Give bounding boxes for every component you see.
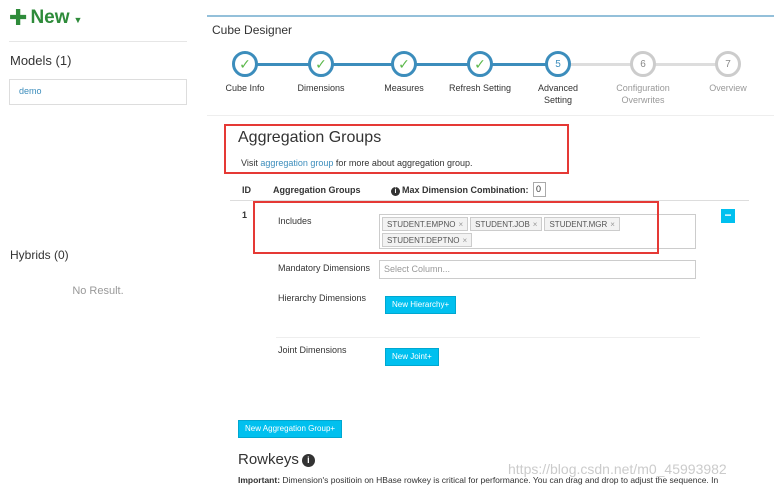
highlight-box-includes xyxy=(253,201,659,254)
models-title: Models (1) xyxy=(10,53,72,68)
max-dimension-text: Max Dimension Combination: xyxy=(402,185,529,195)
step-label: Dimensions xyxy=(297,83,345,93)
step-measures[interactable]: ✓ Measures xyxy=(369,51,439,94)
col-aggregation-groups: Aggregation Groups xyxy=(273,185,361,195)
max-dimension-label: i Max Dimension Combination: xyxy=(391,185,529,196)
no-result-text: No Result. xyxy=(72,285,124,297)
sidebar-divider xyxy=(9,41,187,42)
remove-group-button[interactable]: − xyxy=(721,209,735,223)
check-icon: ✓ xyxy=(474,56,486,72)
caret-down-icon: ▼ xyxy=(73,15,83,25)
step-refresh-setting[interactable]: ✓ Refresh Setting xyxy=(445,51,515,94)
hierarchy-dimensions-label: Hierarchy Dimensions xyxy=(278,293,367,303)
new-button[interactable]: ✚ New ▼ xyxy=(9,7,82,29)
step-circle: 6 xyxy=(630,51,656,77)
step-cube-info[interactable]: ✓ Cube Info xyxy=(210,51,280,94)
step-label: Cube Info xyxy=(225,83,265,93)
watermark: https://blog.csdn.net/m0_45993982 xyxy=(508,461,727,477)
rowkeys-title-text: Rowkeys xyxy=(238,451,299,468)
info-icon: i xyxy=(301,454,315,467)
step-overview[interactable]: 7 Overview xyxy=(693,51,763,94)
model-item-demo[interactable]: demo xyxy=(9,79,187,105)
step-label: Advanced Setting xyxy=(537,83,579,105)
max-dimension-input[interactable]: 0 xyxy=(533,182,546,197)
col-id: ID xyxy=(242,185,251,195)
rowkeys-title: Rowkeys i xyxy=(238,451,315,468)
mandatory-dimensions-input[interactable]: Select Column... xyxy=(379,260,696,279)
step-label: Measures xyxy=(384,83,424,93)
step-circle: ✓ xyxy=(467,51,493,77)
highlight-box-header xyxy=(224,124,569,174)
check-icon: ✓ xyxy=(398,56,410,72)
page-title: Cube Designer xyxy=(212,23,293,37)
stepper-divider xyxy=(207,115,774,116)
joint-dimensions-label: Joint Dimensions xyxy=(278,345,347,355)
step-circle: ✓ xyxy=(232,51,258,77)
step-label: Configuration Overwrites xyxy=(616,83,670,105)
info-icon: i xyxy=(391,187,400,196)
step-label: Overview xyxy=(709,83,747,93)
step-label: Refresh Setting xyxy=(448,83,512,93)
row-divider xyxy=(276,337,700,338)
important-label: Important: xyxy=(238,475,281,485)
step-circle: ✓ xyxy=(391,51,417,77)
check-icon: ✓ xyxy=(239,56,251,72)
hybrids-title: Hybrids (0) xyxy=(10,248,69,262)
check-icon: ✓ xyxy=(315,56,327,72)
plus-icon: ✚ xyxy=(9,5,28,30)
step-dimensions[interactable]: ✓ Dimensions xyxy=(286,51,356,94)
step-advanced-setting[interactable]: 5 Advanced Setting xyxy=(523,51,593,106)
new-aggregation-group-button[interactable]: New Aggregation Group+ xyxy=(238,420,343,438)
new-joint-button[interactable]: New Joint+ xyxy=(385,348,439,366)
new-button-label: New xyxy=(30,7,70,28)
mandatory-dimensions-label: Mandatory Dimensions xyxy=(278,263,371,273)
step-configuration-overwrites[interactable]: 6 Configuration Overwrites xyxy=(608,51,678,106)
new-hierarchy-button[interactable]: New Hierarchy+ xyxy=(385,296,457,314)
group-id: 1 xyxy=(242,210,248,220)
step-circle: 5 xyxy=(545,51,571,77)
step-circle: ✓ xyxy=(308,51,334,77)
step-circle: 7 xyxy=(715,51,741,77)
main-top-border xyxy=(207,15,774,17)
